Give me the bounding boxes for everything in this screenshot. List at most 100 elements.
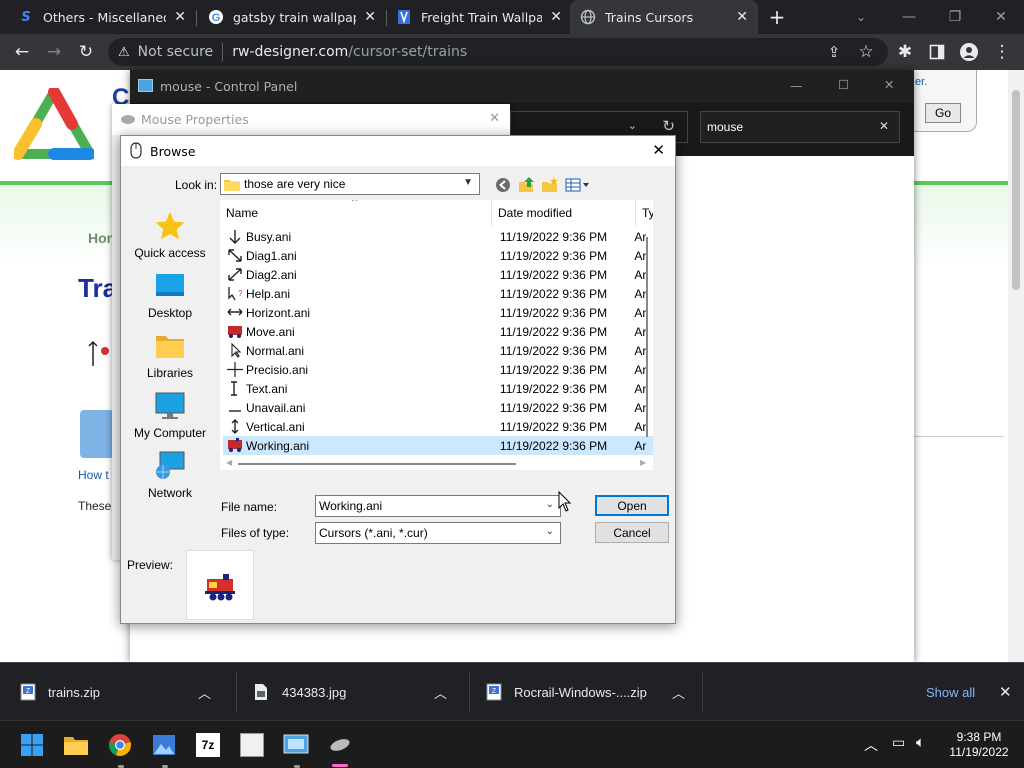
new-tab-icon[interactable]: + — [765, 5, 789, 29]
chevron-up-icon[interactable]: ︿ — [198, 683, 211, 702]
hscroll-thumb[interactable] — [238, 463, 516, 465]
download-item[interactable]: Z trains.zip ︿ — [20, 663, 230, 721]
close-downloads-icon[interactable]: ✕ — [999, 663, 1012, 721]
scroll-left-icon[interactable]: ◀ — [226, 458, 232, 467]
share-icon[interactable]: ⇪ — [822, 40, 846, 64]
warning-icon: ⚠ — [118, 44, 130, 60]
back-nav-icon[interactable] — [495, 177, 511, 193]
volume-icon[interactable]: 🔈︎ — [916, 733, 925, 751]
maximize-icon[interactable]: ☐ — [838, 77, 849, 92]
start-windows-icon[interactable] — [16, 729, 48, 761]
tab-search-icon[interactable]: ⌄ — [838, 0, 884, 34]
up-folder-icon[interactable] — [518, 176, 536, 194]
file-row[interactable]: Diag2.ani 11/19/2022 9:36 PM Ar — [223, 265, 653, 284]
system-clock[interactable]: 9:38 PM 11/19/2022 — [948, 730, 1010, 760]
file-row[interactable]: Unavail.ani 11/19/2022 9:36 PM Ar — [223, 398, 653, 417]
network-icon — [156, 451, 185, 479]
file-row[interactable]: Text.ani 11/19/2022 9:36 PM Ar — [223, 379, 653, 398]
file-row[interactable]: Vertical.ani 11/19/2022 9:36 PM Ar — [223, 417, 653, 436]
minimize-icon[interactable]: — — [886, 0, 932, 34]
tab-gatsby[interactable]: G gatsby train wallpaper ✕ — [198, 0, 386, 34]
close-tab-icon[interactable]: ✕ — [550, 9, 562, 25]
minimize-icon[interactable]: — — [790, 78, 803, 93]
download-item[interactable]: 434383.jpg ︿ — [254, 663, 464, 721]
file-row-selected[interactable]: Working.ani 11/19/2022 9:36 PM Ar — [223, 436, 653, 455]
back-icon[interactable]: ← — [10, 40, 34, 64]
scroll-right-icon[interactable]: ▶ — [640, 458, 646, 467]
page-scrollbar-thumb[interactable] — [1012, 90, 1020, 290]
place-my-computer[interactable]: My Computer — [129, 390, 211, 440]
chevron-down-icon[interactable]: ⌄ — [628, 119, 637, 132]
address-bar[interactable]: ⚠ Not secure rw-designer.com/cursor-set/… — [108, 38, 888, 66]
file-row[interactable]: Horizont.ani 11/19/2022 9:36 PM Ar — [223, 303, 653, 322]
close-icon[interactable]: ✕ — [652, 141, 665, 159]
new-folder-icon[interactable] — [541, 176, 559, 194]
clear-search-icon[interactable]: ✕ — [879, 119, 889, 133]
extensions-icon[interactable]: ✱ — [893, 40, 917, 64]
file-row[interactable]: Precisio.ani 11/19/2022 9:36 PM Ar — [223, 360, 653, 379]
look-in-select[interactable]: those are very nice ▼ — [220, 173, 480, 195]
restore-icon[interactable]: ❐ — [932, 0, 978, 34]
cancel-button[interactable]: Cancel — [595, 522, 669, 543]
close-tab-icon[interactable]: ✕ — [364, 9, 376, 25]
zip-icon: Z — [486, 683, 502, 701]
file-row[interactable]: Move.ani 11/19/2022 9:36 PM Ar — [223, 322, 653, 341]
file-row[interactable]: ? Help.ani 11/19/2022 9:36 PM Ar — [223, 284, 653, 303]
column-header-type[interactable]: Ty — [636, 200, 653, 226]
7zip-icon[interactable]: 7z — [192, 729, 224, 761]
cursor-file-icon — [228, 249, 242, 262]
folder-icon — [224, 179, 240, 191]
file-row[interactable]: Busy.ani 11/19/2022 9:36 PM Ar — [223, 227, 653, 246]
download-tile-icon[interactable] — [80, 410, 114, 458]
vscroll-thumb[interactable] — [646, 237, 648, 437]
close-window-icon[interactable]: ✕ — [978, 0, 1024, 34]
chevron-down-icon[interactable]: ⌄ — [546, 499, 554, 510]
mouse-properties-title: Mouse Properties — [141, 112, 249, 127]
file-row[interactable]: Normal.ani 11/19/2022 9:36 PM Ar — [223, 341, 653, 360]
refresh-icon[interactable]: ↻ — [662, 117, 675, 135]
chevron-up-icon[interactable]: ︿ — [672, 683, 685, 702]
tray-chevron-up-icon[interactable]: ︿ — [864, 735, 878, 755]
place-libraries[interactable]: Libraries — [129, 330, 211, 380]
view-menu-icon[interactable] — [565, 177, 591, 193]
close-tab-icon[interactable]: ✕ — [736, 9, 748, 25]
tab-others[interactable]: S Others - Miscellaneous ✕ — [8, 0, 196, 34]
network-status-icon[interactable]: ▭ — [892, 735, 905, 751]
file-name-input[interactable]: Working.ani ⌄ — [315, 495, 561, 517]
menu-kebab-icon[interactable]: ⋮ — [990, 40, 1014, 64]
place-network[interactable]: Network — [129, 450, 211, 500]
chrome-icon[interactable] — [104, 729, 136, 761]
site-search-go-button[interactable]: Go — [925, 103, 961, 123]
file-row[interactable]: Diag1.ani 11/19/2022 9:36 PM Ar — [223, 246, 653, 265]
file-explorer-icon[interactable] — [60, 729, 92, 761]
mouse-taskbar-icon[interactable] — [324, 729, 356, 761]
close-tab-icon[interactable]: ✕ — [174, 9, 186, 25]
file-type-select[interactable]: Cursors (*.ani, *.cur) ⌄ — [315, 522, 561, 544]
howto-link[interactable]: How t — [78, 468, 109, 482]
open-button[interactable]: Open — [595, 495, 669, 516]
tab-trains-cursors[interactable]: Trains Cursors ✕ — [570, 0, 758, 34]
file-list-vscroll[interactable] — [641, 227, 653, 457]
page-scrollbar[interactable] — [1008, 70, 1024, 662]
close-icon[interactable]: ✕ — [489, 111, 500, 126]
paint-icon[interactable] — [236, 729, 268, 761]
show-all-downloads-button[interactable]: Show all — [926, 663, 975, 721]
close-icon[interactable]: ✕ — [884, 77, 894, 92]
tab-freight-train[interactable]: Freight Train Wallpaper ✕ — [386, 0, 572, 34]
login-link[interactable]: er. — [915, 76, 927, 88]
chevron-up-icon[interactable]: ︿ — [434, 683, 447, 702]
bookmark-star-icon[interactable]: ☆ — [854, 40, 878, 64]
file-list-hscroll[interactable]: ◀ ▶ — [220, 458, 653, 470]
file-list[interactable]: Name ^ Date modified Ty Busy.ani 11/19/20… — [220, 200, 653, 470]
photos-icon[interactable] — [148, 729, 180, 761]
reload-icon[interactable]: ↻ — [74, 40, 98, 64]
forward-icon[interactable]: → — [42, 40, 66, 64]
cp-search-input[interactable]: mouse ✕ — [700, 111, 900, 143]
profile-icon[interactable] — [957, 40, 981, 64]
place-quick-access[interactable]: Quick access — [129, 210, 211, 260]
control-panel-taskbar-icon[interactable] — [280, 729, 312, 761]
place-desktop[interactable]: Desktop — [129, 270, 211, 320]
side-panel-icon[interactable] — [925, 40, 949, 64]
column-header-date[interactable]: Date modified — [492, 200, 636, 226]
download-item[interactable]: Z Rocrail-Windows-....zip ︿ — [486, 663, 700, 721]
